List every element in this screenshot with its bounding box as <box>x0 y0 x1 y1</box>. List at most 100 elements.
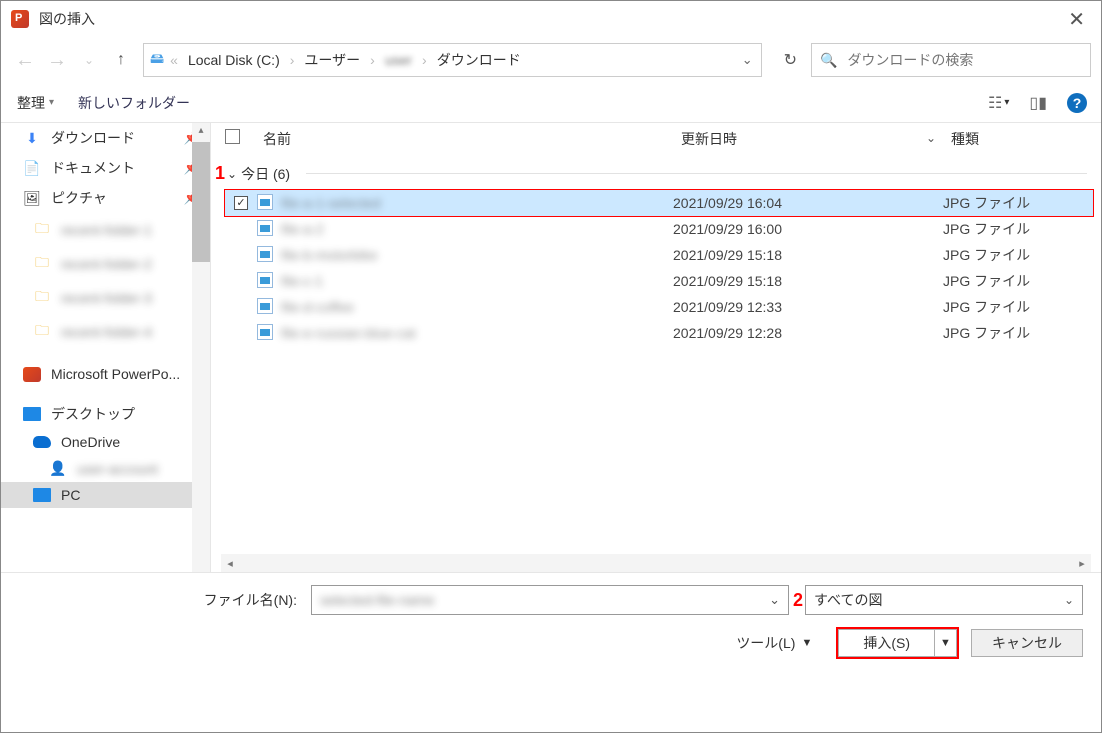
file-name: file-e-russian-blue-cat <box>281 325 416 341</box>
sidebar-label: ピクチャ <box>51 188 107 208</box>
search-icon: 🔍 <box>820 52 837 69</box>
history-dropdown[interactable]: ⌄ <box>75 46 103 74</box>
up-button[interactable]: ↑ <box>107 46 135 74</box>
insert-label: 挿入(S) <box>839 630 934 656</box>
filter-label: すべての図 <box>814 590 882 610</box>
breadcrumb-downloads[interactable]: ダウンロード <box>433 47 525 73</box>
folder-icon: 🗀 <box>33 218 51 242</box>
column-type[interactable]: 種類 <box>951 129 1101 149</box>
file-date: 2021/09/29 15:18 <box>673 273 903 289</box>
sidebar-item-recent[interactable]: 🗀recent-folder-4 <box>1 315 210 349</box>
pc-icon <box>33 488 51 502</box>
download-icon: ⬇ <box>23 130 41 147</box>
sidebar-item-recent[interactable]: 🗀recent-folder-2 <box>1 247 210 281</box>
sidebar-label: ダウンロード <box>51 128 135 148</box>
image-file-icon <box>257 272 273 288</box>
sidebar-item-desktop[interactable]: デスクトップ <box>1 399 210 429</box>
sidebar-item-onedrive[interactable]: OneDrive <box>1 429 210 455</box>
annotation-2: 2 <box>793 590 803 611</box>
back-button[interactable]: ← <box>11 46 39 74</box>
breadcrumb-username[interactable]: user <box>381 49 416 71</box>
insert-button[interactable]: 挿入(S) ▼ <box>838 629 957 657</box>
filename-dropdown-icon[interactable]: ⌄ <box>765 590 788 610</box>
file-row[interactable]: ✓file-b-motorbike2021/09/29 15:18JPG ファイ… <box>225 242 1093 268</box>
file-row[interactable]: ✓file-a-1-selected2021/09/29 16:04JPG ファ… <box>225 190 1093 216</box>
search-input[interactable] <box>845 51 1082 69</box>
refresh-button[interactable]: ↻ <box>774 50 807 70</box>
drive-icon: 🖴 <box>150 48 164 72</box>
select-all-checkbox[interactable] <box>225 129 240 144</box>
file-row[interactable]: ✓file-a-22021/09/29 16:00JPG ファイル <box>225 216 1093 242</box>
annotation-1: 1 <box>215 163 225 184</box>
sidebar-item-pictures[interactable]: 🖼 ピクチャ 📌 <box>1 183 210 213</box>
tools-menu[interactable]: ツール(L) ▼ <box>736 633 812 653</box>
new-folder-button[interactable]: 新しいフォルダー <box>76 89 192 117</box>
sidebar-label: デスクトップ <box>51 404 135 424</box>
file-type: JPG ファイル <box>943 271 1093 291</box>
file-date: 2021/09/29 16:04 <box>673 195 903 211</box>
organize-label: 整理 <box>17 93 45 113</box>
filename-label: ファイル名(N): <box>204 590 297 610</box>
sidebar-item-onedrive-account[interactable]: 👤user-account <box>1 455 210 482</box>
file-name: file-d-coffee <box>281 299 354 315</box>
sidebar-label: ドキュメント <box>51 158 135 178</box>
powerpoint-app-icon <box>11 10 29 28</box>
breadcrumb[interactable]: 🖴 « Local Disk (C:) › ユーザー › user › ダウンロ… <box>143 43 762 77</box>
image-file-icon <box>257 220 273 236</box>
sidebar-label: recent-folder-4 <box>61 324 152 340</box>
file-name: file-c-1 <box>281 273 323 289</box>
filename-field[interactable]: selected-file-name ⌄ <box>311 585 789 615</box>
column-date[interactable]: 更新日時 <box>681 129 911 149</box>
sidebar-item-downloads[interactable]: ⬇ ダウンロード 📌 <box>1 123 210 153</box>
close-button[interactable]: ✕ <box>1054 3 1099 36</box>
file-row[interactable]: ✓file-d-coffee2021/09/29 12:33JPG ファイル <box>225 294 1093 320</box>
image-file-icon <box>257 246 273 262</box>
file-row[interactable]: ✓file-c-12021/09/29 15:18JPG ファイル <box>225 268 1093 294</box>
sort-desc-icon[interactable]: ⌄ <box>926 131 936 145</box>
tools-label: ツール(L) <box>736 633 795 653</box>
image-file-icon <box>257 324 273 340</box>
desktop-icon <box>23 407 41 421</box>
sidebar-item-documents[interactable]: 📄 ドキュメント 📌 <box>1 153 210 183</box>
file-type-filter[interactable]: すべての図 ⌄ <box>805 585 1083 615</box>
folder-icon: 🗀 <box>33 286 51 310</box>
sidebar-label: PC <box>61 487 80 503</box>
user-icon: 👤 <box>49 460 67 477</box>
breadcrumb-users[interactable]: ユーザー <box>300 47 364 73</box>
pictures-icon: 🖼 <box>23 190 41 207</box>
file-type: JPG ファイル <box>943 297 1093 317</box>
group-header-today[interactable]: 1 ⌄ 今日 (6) <box>211 157 1101 190</box>
sidebar-label: OneDrive <box>61 434 120 450</box>
column-name[interactable]: 名前 <box>257 129 681 149</box>
filename-value: selected-file-name <box>312 592 765 608</box>
sidebar-label: Microsoft PowerPo... <box>51 366 180 382</box>
preview-pane-button[interactable]: ▯▮ <box>1029 93 1047 113</box>
file-type: JPG ファイル <box>943 323 1093 343</box>
file-name: file-a-1-selected <box>281 195 381 211</box>
breadcrumb-drive[interactable]: Local Disk (C:) <box>184 49 284 71</box>
sidebar-label: recent-folder-1 <box>61 222 152 238</box>
horizontal-scrollbar[interactable]: ◂▸ <box>221 554 1091 572</box>
file-row[interactable]: ✓file-e-russian-blue-cat2021/09/29 12:28… <box>225 320 1093 346</box>
file-date: 2021/09/29 16:00 <box>673 221 903 237</box>
sidebar-label: recent-folder-2 <box>61 256 152 272</box>
forward-button[interactable]: → <box>43 46 71 74</box>
file-date: 2021/09/29 12:33 <box>673 299 903 315</box>
sidebar-item-pc[interactable]: PC <box>1 482 210 508</box>
image-file-icon <box>257 194 273 210</box>
organize-menu[interactable]: 整理 ▾ <box>15 89 56 117</box>
collapse-icon[interactable]: ⌄ <box>227 167 237 181</box>
row-checkbox[interactable]: ✓ <box>234 196 248 210</box>
search-field[interactable]: 🔍 <box>811 43 1091 77</box>
file-date: 2021/09/29 12:28 <box>673 325 903 341</box>
cancel-button[interactable]: キャンセル <box>971 629 1083 657</box>
breadcrumb-dropdown[interactable]: ⌄ <box>740 52 755 68</box>
view-details-button[interactable]: ☷▾ <box>988 93 1009 113</box>
sidebar-item-powerpoint[interactable]: Microsoft PowerPo... <box>1 361 210 387</box>
sidebar-item-recent[interactable]: 🗀 recent-folder-1 <box>1 213 210 247</box>
insert-dropdown[interactable]: ▼ <box>934 630 956 656</box>
help-button[interactable]: ? <box>1067 93 1087 113</box>
sidebar-scrollbar[interactable]: ▴ <box>192 123 210 572</box>
sidebar-item-recent[interactable]: 🗀recent-folder-3 <box>1 281 210 315</box>
dialog-title: 図の挿入 <box>39 9 95 29</box>
